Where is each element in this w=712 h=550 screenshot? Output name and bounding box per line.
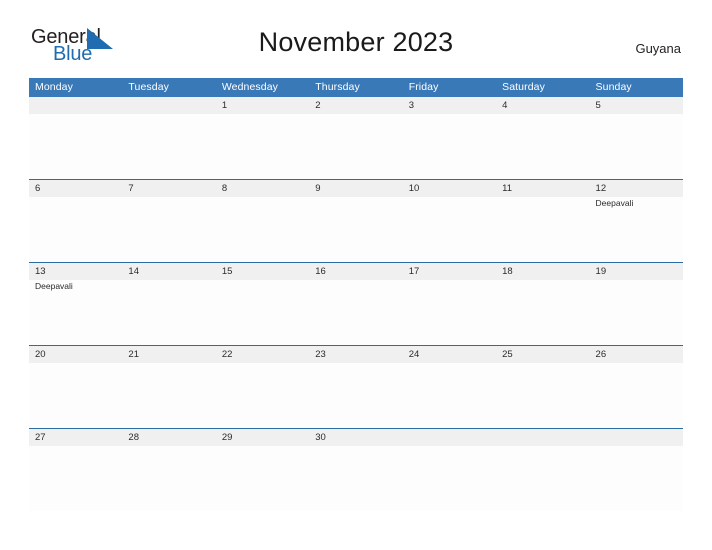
day-cell[interactable] [215,363,310,429]
week-date-row: 20 21 22 23 24 25 26 [29,345,683,363]
day-cell[interactable] [309,197,403,263]
date-number[interactable] [496,428,590,446]
calendar-body: 1 2 3 4 5 6 7 8 9 10 11 12 Deepavali 13 … [29,97,683,511]
day-cell[interactable] [589,446,683,511]
date-number[interactable]: 17 [402,262,497,280]
date-number[interactable]: 13 [29,262,123,280]
week-content-row [29,114,683,180]
date-number[interactable]: 4 [496,97,590,114]
day-cell[interactable] [122,446,216,511]
date-number[interactable] [402,428,497,446]
date-number[interactable]: 22 [215,345,310,363]
day-cell[interactable] [402,446,497,511]
day-cell[interactable] [402,114,497,180]
date-number[interactable]: 29 [215,428,310,446]
day-cell[interactable] [29,114,123,180]
day-cell[interactable] [122,280,216,346]
day-cell[interactable] [215,197,310,263]
date-number[interactable]: 10 [402,179,497,197]
day-cell[interactable] [589,114,683,180]
day-cell[interactable] [29,363,123,429]
week-content-row: Deepavali [29,280,683,346]
day-cell[interactable] [402,280,497,346]
day-cell[interactable] [122,114,216,180]
day-cell[interactable] [589,363,683,429]
date-number[interactable] [589,428,683,446]
date-number[interactable]: 25 [496,345,590,363]
date-number[interactable]: 5 [589,97,683,114]
date-number[interactable]: 9 [309,179,403,197]
day-cell[interactable] [215,280,310,346]
weekday-header-sunday: Sunday [589,78,683,97]
day-cell[interactable] [496,446,590,511]
date-number[interactable]: 8 [215,179,310,197]
day-cell[interactable] [402,197,497,263]
date-number[interactable]: 28 [122,428,216,446]
weekday-header-tuesday: Tuesday [122,78,216,97]
page-title: November 2023 [258,27,454,57]
day-cell[interactable] [309,114,403,180]
date-number[interactable]: 19 [589,262,683,280]
week-date-row: 13 14 15 16 17 18 19 [29,262,683,280]
day-cell[interactable] [29,197,123,263]
day-cell[interactable] [496,280,590,346]
date-number[interactable] [29,97,123,114]
date-number[interactable]: 1 [215,97,310,114]
date-number[interactable]: 16 [309,262,403,280]
date-number[interactable]: 3 [402,97,497,114]
date-number[interactable]: 11 [496,179,590,197]
week-content-row [29,446,683,511]
date-number[interactable]: 2 [309,97,403,114]
day-cell[interactable] [122,197,216,263]
day-cell[interactable] [122,363,216,429]
day-cell[interactable] [309,280,403,346]
event-label: Deepavali [35,281,73,291]
weekday-header-row: Monday Tuesday Wednesday Thursday Friday… [29,78,683,97]
weekday-header-friday: Friday [402,78,497,97]
day-cell[interactable]: Deepavali [589,197,683,263]
calendar-table-wrapper: Monday Tuesday Wednesday Thursday Friday… [29,78,683,511]
day-cell[interactable] [29,446,123,511]
date-number[interactable]: 20 [29,345,123,363]
day-cell[interactable] [309,446,403,511]
calendar-page: General Blue November 2023 Guyana Monday… [0,0,712,550]
day-cell[interactable]: Deepavali [29,280,123,346]
date-number[interactable]: 23 [309,345,403,363]
event-label: Deepavali [595,198,634,208]
day-cell[interactable] [496,114,590,180]
country-label: Guyana [635,41,681,56]
week-date-row: 27 28 29 30 [29,428,683,446]
date-number[interactable]: 14 [122,262,216,280]
day-cell[interactable] [215,114,310,180]
day-cell[interactable] [496,197,590,263]
week-content-row: Deepavali [29,197,683,263]
date-number[interactable]: 24 [402,345,497,363]
day-cell[interactable] [496,363,590,429]
calendar-table: Monday Tuesday Wednesday Thursday Friday… [29,78,683,511]
weekday-header-thursday: Thursday [309,78,403,97]
day-cell[interactable] [402,363,497,429]
date-number[interactable]: 12 [589,179,683,197]
calendar-header-row-group: Monday Tuesday Wednesday Thursday Friday… [29,78,683,97]
date-number[interactable] [122,97,216,114]
day-cell[interactable] [589,280,683,346]
date-number[interactable]: 26 [589,345,683,363]
day-cell[interactable] [215,446,310,511]
week-content-row [29,363,683,429]
date-number[interactable]: 7 [122,179,216,197]
page-header: General Blue November 2023 Guyana [0,0,712,64]
date-number[interactable]: 6 [29,179,123,197]
date-number[interactable]: 15 [215,262,310,280]
day-cell[interactable] [309,363,403,429]
weekday-header-monday: Monday [29,78,123,97]
week-date-row: 1 2 3 4 5 [29,97,683,114]
weekday-header-wednesday: Wednesday [215,78,310,97]
date-number[interactable]: 18 [496,262,590,280]
date-number[interactable]: 27 [29,428,123,446]
date-number[interactable]: 21 [122,345,216,363]
week-date-row: 6 7 8 9 10 11 12 [29,179,683,197]
date-number[interactable]: 30 [309,428,403,446]
weekday-header-saturday: Saturday [496,78,590,97]
